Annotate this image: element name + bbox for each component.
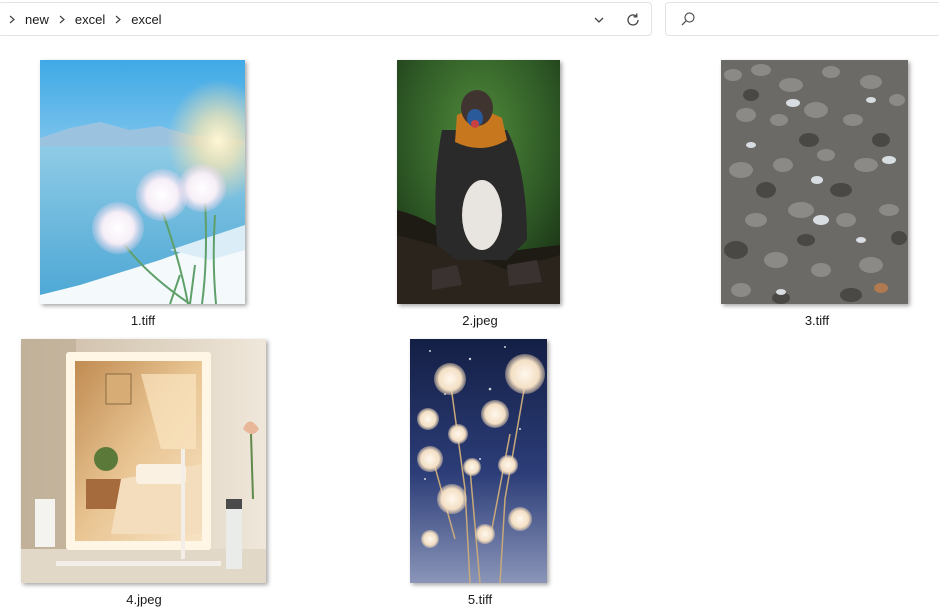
file-thumbnail bbox=[21, 339, 266, 583]
chevron-right-icon[interactable] bbox=[5, 15, 19, 24]
file-name: 3.tiff bbox=[804, 313, 830, 328]
search-input[interactable] bbox=[704, 8, 938, 32]
chevron-right-icon[interactable] bbox=[111, 15, 125, 24]
file-item-3[interactable]: 3.tiff bbox=[704, 55, 930, 335]
search-box[interactable] bbox=[665, 2, 939, 36]
file-thumbnail bbox=[410, 339, 547, 583]
file-thumbnail bbox=[40, 60, 245, 304]
file-name: 2.jpeg bbox=[462, 313, 498, 328]
file-item-2[interactable]: 2.jpeg bbox=[367, 55, 593, 335]
breadcrumb-item-new[interactable]: new bbox=[19, 12, 55, 27]
file-item-1[interactable]: 1.tiff bbox=[30, 55, 256, 335]
chevron-right-icon[interactable] bbox=[55, 15, 69, 24]
file-name: 1.tiff bbox=[130, 313, 156, 328]
breadcrumb-item-excel-current[interactable]: excel bbox=[125, 12, 167, 27]
breadcrumb: new excel excel bbox=[5, 3, 168, 35]
search-icon bbox=[680, 11, 696, 27]
file-item-5[interactable]: 5.tiff bbox=[367, 334, 593, 609]
file-name: 5.tiff bbox=[467, 592, 493, 607]
file-name: 4.jpeg bbox=[126, 592, 162, 607]
file-item-4[interactable]: 4.jpeg bbox=[18, 334, 270, 609]
chevron-down-icon[interactable] bbox=[591, 12, 607, 28]
refresh-icon[interactable] bbox=[624, 11, 642, 29]
file-thumbnail bbox=[721, 60, 908, 304]
file-thumbnail bbox=[397, 60, 560, 304]
address-bar[interactable]: new excel excel bbox=[0, 2, 652, 36]
breadcrumb-item-excel[interactable]: excel bbox=[69, 12, 111, 27]
